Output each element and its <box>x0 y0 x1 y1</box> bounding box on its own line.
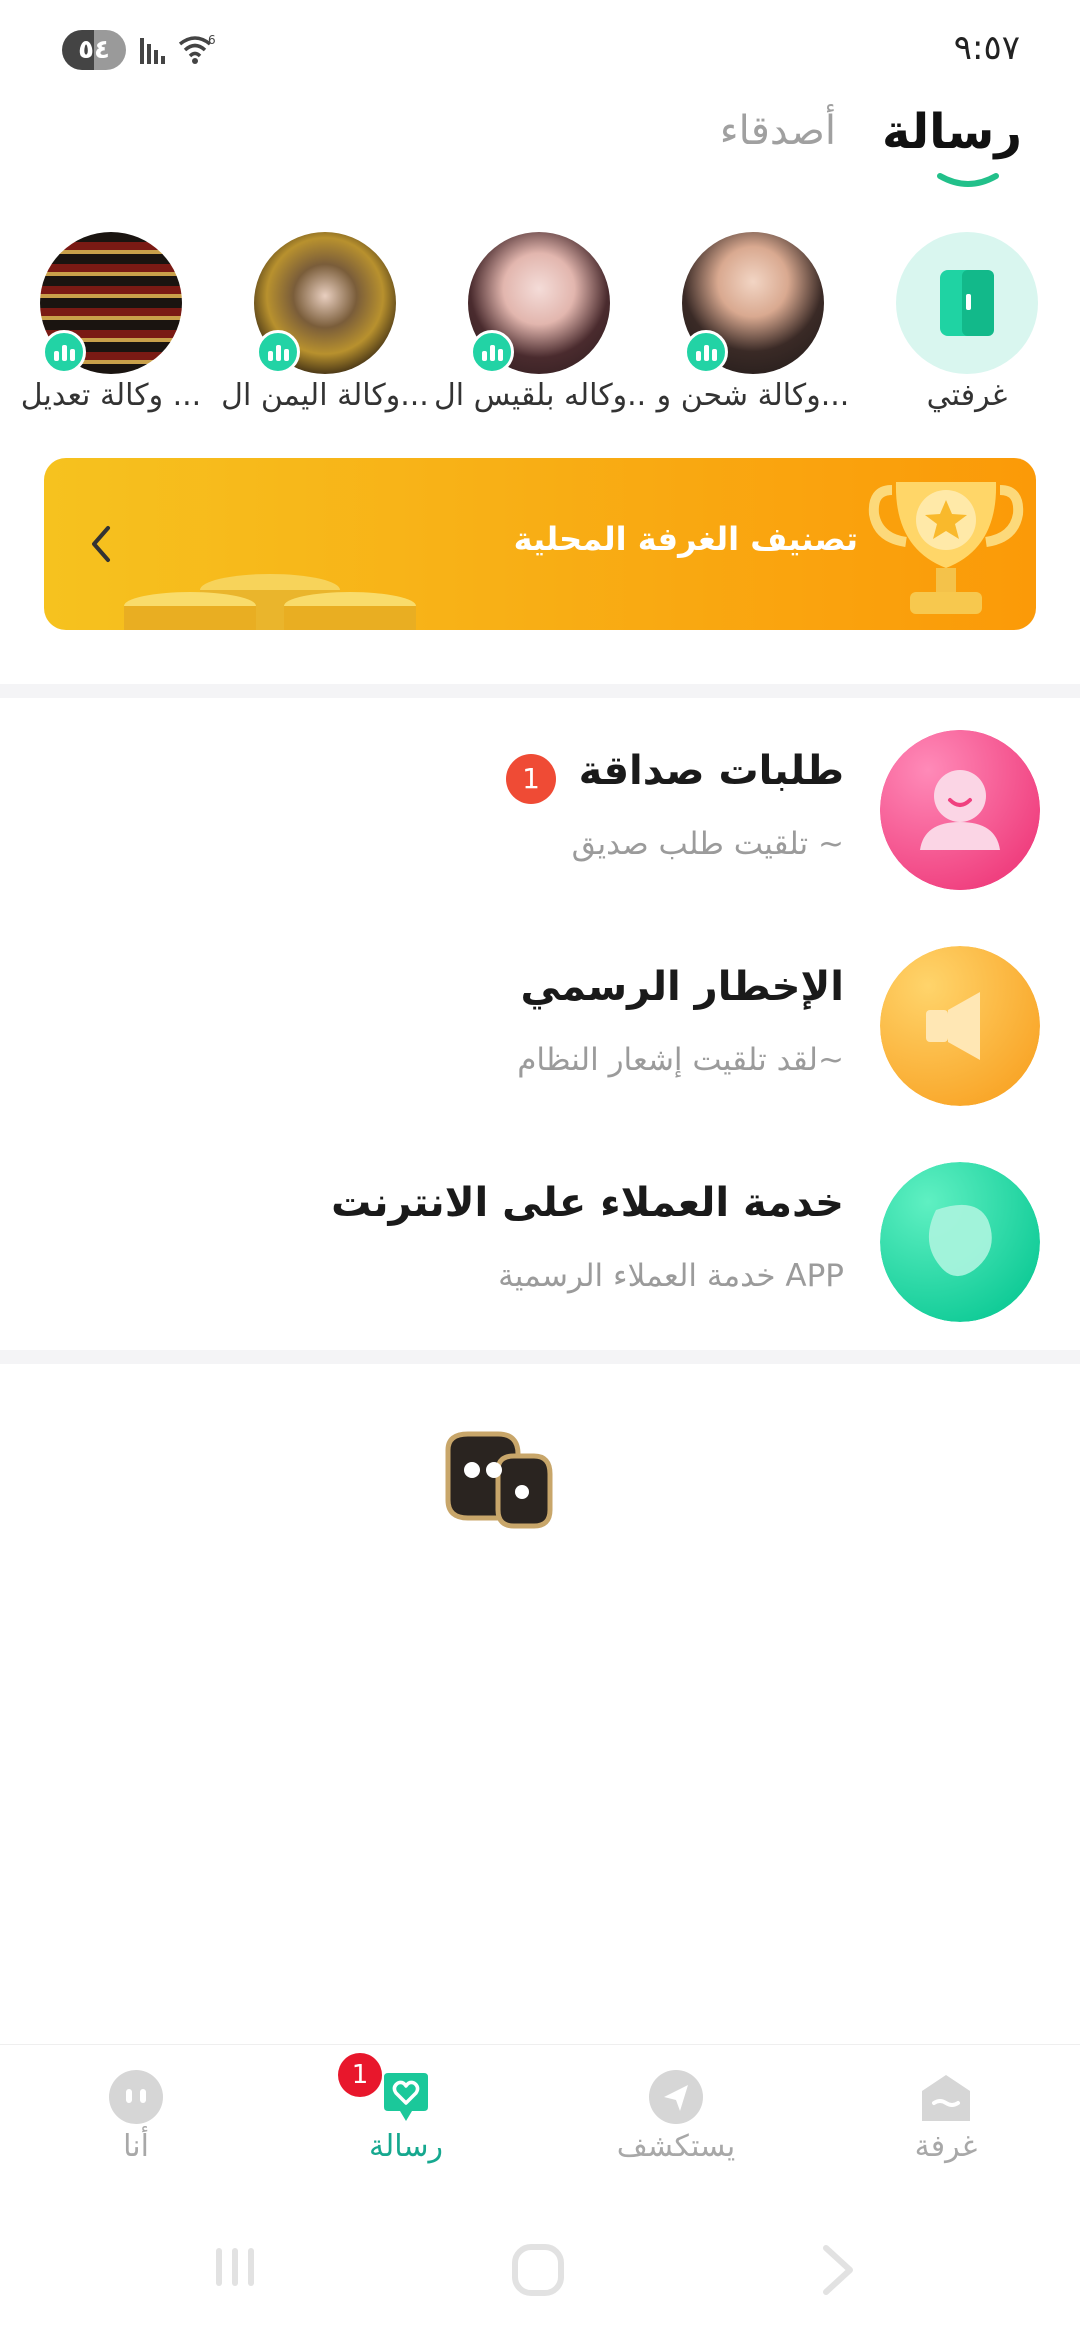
row-title: طلبات صداقة <box>578 748 844 794</box>
send-icon <box>649 2070 703 2124</box>
nav-me[interactable]: أنا <box>46 2069 226 2179</box>
coins-decoration <box>124 574 416 630</box>
network-type: 6 <box>208 33 216 47</box>
story-name: وكالة اليمن ال... <box>221 378 429 413</box>
customer-service-row[interactable]: خدمة العملاء على الانترنت خدمة العملاء ا… <box>0 1162 1080 1362</box>
battery-indicator: ٥٤ <box>62 30 126 70</box>
banner-title: تصنيف الغرفة المحلية <box>513 520 858 558</box>
status-time: ٩:٥٧ <box>953 28 1020 68</box>
my-room-circle <box>896 232 1038 374</box>
message-heart-icon <box>384 2073 428 2121</box>
official-notification-row[interactable]: الإخطار الرسمي لقد تلقيت إشعار النظام~ <box>0 946 1080 1146</box>
chat-bubble-icon <box>880 1162 1040 1322</box>
live-indicator-icon <box>256 330 300 374</box>
battery-level: ٥٤ <box>78 35 110 65</box>
bottom-navigation: غرفة يستكشف رسالة 1 أنا <box>0 2044 1080 2184</box>
story-my-room[interactable]: غرفتي <box>862 228 1072 428</box>
story-item[interactable]: وكاله بلقيس ال.. <box>434 228 644 428</box>
row-subtitle: تلقيت طلب صديق ~ <box>571 826 844 862</box>
story-item[interactable]: وكالة شحن و... <box>648 228 858 428</box>
story-item[interactable]: وكالة اليمن ال... <box>220 228 430 428</box>
home-button-icon[interactable] <box>510 2242 566 2298</box>
home-icon <box>922 2075 970 2121</box>
active-tab-indicator <box>937 173 999 187</box>
live-indicator-icon <box>42 330 86 374</box>
recent-apps-icon[interactable] <box>210 2242 260 2292</box>
row-title: خدمة العملاء على الانترنت <box>331 1180 844 1226</box>
nav-room[interactable]: غرفة <box>856 2069 1036 2179</box>
nav-explore[interactable]: يستكشف <box>586 2069 766 2179</box>
header-tabs: رسالة أصدقاء <box>0 96 1080 206</box>
friend-request-icon <box>880 730 1040 890</box>
friend-requests-row[interactable]: طلبات صداقة 1 تلقيت طلب صديق ~ <box>0 730 1080 930</box>
chevron-left-icon[interactable] <box>88 524 112 564</box>
status-bar: ٥٤ 6 ٩:٥٧ <box>0 0 1080 96</box>
local-room-ranking-banner[interactable]: تصنيف الغرفة المحلية <box>44 458 1036 630</box>
row-title: الإخطار الرسمي <box>520 964 845 1010</box>
mascot-icon <box>445 1431 553 1529</box>
story-name: وكالة تعديل ... <box>20 378 202 413</box>
nav-label: رسالة <box>369 2129 443 2164</box>
wifi-icon: 6 <box>178 33 216 64</box>
story-name: وكالة شحن و... <box>656 378 850 413</box>
signal-icon <box>140 38 165 64</box>
megaphone-icon <box>880 946 1040 1106</box>
unread-badge: 1 <box>506 754 556 804</box>
trophy-icon <box>868 482 1024 614</box>
row-subtitle: خدمة العملاء الرسمية APP <box>498 1258 844 1294</box>
story-name: غرفتي <box>926 378 1008 413</box>
live-indicator-icon <box>684 330 728 374</box>
system-navigation <box>0 2220 1080 2340</box>
tab-friends[interactable]: أصدقاء <box>720 108 836 154</box>
back-icon[interactable] <box>818 2242 858 2298</box>
stories-row: غرفتي وكالة شحن و... وكاله بلقيس ال.. وك… <box>0 228 1080 428</box>
nav-label: أنا <box>123 2129 149 2164</box>
nav-label: يستكشف <box>616 2129 736 2164</box>
section-divider <box>0 684 1080 698</box>
section-divider <box>0 1350 1080 1364</box>
story-item[interactable]: وكالة تعديل ... <box>6 228 216 428</box>
story-name: وكاله بلقيس ال.. <box>434 378 644 413</box>
door-icon <box>940 270 994 336</box>
profile-icon <box>109 2070 163 2124</box>
tab-messages[interactable]: رسالة <box>882 104 1022 160</box>
row-subtitle: لقد تلقيت إشعار النظام~ <box>517 1042 844 1078</box>
live-indicator-icon <box>470 330 514 374</box>
nav-label: غرفة <box>914 2129 978 2164</box>
nav-unread-badge: 1 <box>338 2053 382 2097</box>
